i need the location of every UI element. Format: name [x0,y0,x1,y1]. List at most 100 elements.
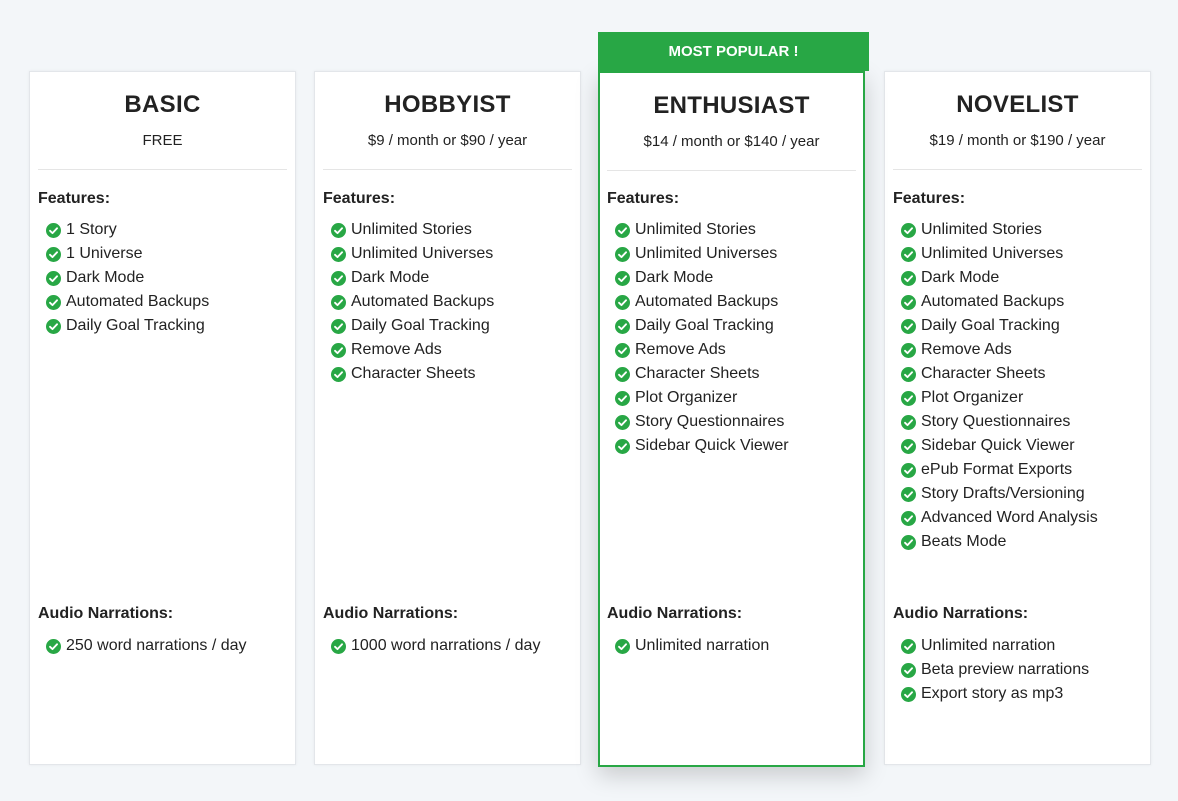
feature-item: Sidebar Quick Viewer [615,434,789,458]
plan-card-enthusiast: ENTHUSIAST $14 / month or $140 / year Fe… [598,71,865,767]
check-circle-icon [901,534,916,550]
check-circle-icon [901,638,916,654]
audio-item: Export story as mp3 [901,682,1089,706]
feature-item: Daily Goal Tracking [46,314,209,338]
feature-label: ePub Format Exports [921,461,1073,478]
audio-item: Unlimited narration [615,634,769,658]
check-circle-icon [901,438,916,454]
check-circle-icon [46,246,61,262]
feature-label: Unlimited Universes [351,245,494,262]
feature-item: Story Questionnaires [901,410,1098,434]
plan-header: ENTHUSIAST $14 / month or $140 / year [607,73,856,171]
feature-label: 1 Story [66,221,117,238]
features-title: Features: [893,190,966,207]
plan-header: NOVELIST $19 / month or $190 / year [893,72,1142,170]
plan-card-basic: BASIC FREE Features: 1 Story 1 Universe Da… [29,71,296,765]
plan-name: ENTHUSIAST [653,92,810,119]
feature-item: Automated Backups [331,290,494,314]
feature-label: Automated Backups [635,293,779,310]
feature-item: Character Sheets [901,362,1098,386]
feature-item: Dark Mode [46,266,209,290]
audio-label: 250 word narrations / day [66,637,247,654]
check-circle-icon [46,318,61,334]
feature-item: Automated Backups [46,290,209,314]
features-list: 1 Story 1 Universe Dark Mode Automated Back… [46,218,209,338]
feature-label: Advanced Word Analysis [921,509,1098,526]
check-circle-icon [901,686,916,702]
feature-label: Daily Goal Tracking [351,317,490,334]
check-circle-icon [46,638,61,654]
audio-narrations-list: Unlimited narration [615,634,769,658]
feature-item: Automated Backups [901,290,1098,314]
features-title: Features: [38,190,111,207]
audio-label: Unlimited narration [635,637,770,654]
check-circle-icon [901,342,916,358]
check-circle-icon [901,662,916,678]
feature-label: Unlimited Stories [635,221,756,238]
features-title: Features: [323,190,396,207]
check-circle-icon [331,294,346,310]
check-circle-icon [331,246,346,262]
feature-label: Plot Organizer [921,389,1024,406]
feature-label: Plot Organizer [635,389,738,406]
feature-item: Daily Goal Tracking [615,314,789,338]
feature-label: Story Questionnaires [921,413,1071,430]
feature-item: Character Sheets [331,362,494,386]
audio-narrations-list: 250 word narrations / day [46,634,247,658]
feature-label: Remove Ads [635,341,726,358]
feature-item: Daily Goal Tracking [901,314,1098,338]
check-circle-icon [901,318,916,334]
check-circle-icon [615,246,630,262]
plan-price: $19 / month or $190 / year [929,132,1106,149]
features-list: Unlimited Stories Unlimited Universes Dark… [901,218,1098,554]
check-circle-icon [901,246,916,262]
feature-item: Dark Mode [331,266,494,290]
audio-item: Beta preview narrations [901,658,1089,682]
feature-label: Remove Ads [921,341,1012,358]
plan-price: $9 / month or $90 / year [367,132,528,149]
feature-label: Automated Backups [921,293,1065,310]
feature-item: Story Questionnaires [615,410,789,434]
feature-label: Sidebar Quick Viewer [635,437,789,454]
feature-item: Dark Mode [901,266,1098,290]
feature-label: Character Sheets [635,365,760,382]
feature-item: Beats Mode [901,530,1098,554]
audio-label: Export story as mp3 [921,685,1064,702]
features-list: Unlimited Stories Unlimited Universes Dark… [615,218,789,458]
check-circle-icon [331,318,346,334]
feature-label: Automated Backups [351,293,495,310]
features-list: Unlimited Stories Unlimited Universes Dark… [331,218,494,386]
check-circle-icon [331,366,346,382]
check-circle-icon [46,270,61,286]
check-circle-icon [901,294,916,310]
feature-item: Sidebar Quick Viewer [901,434,1098,458]
feature-label: Beats Mode [921,533,1007,550]
check-circle-icon [615,294,630,310]
feature-item: Dark Mode [615,266,789,290]
feature-label: Sidebar Quick Viewer [921,437,1075,454]
check-circle-icon [615,342,630,358]
audio-label: 1000 word narrations / day [351,637,541,654]
feature-label: Character Sheets [351,365,476,382]
check-circle-icon [615,438,630,454]
feature-item: Daily Goal Tracking [331,314,494,338]
plan-name: BASIC [124,91,201,118]
plan-card-novelist: NOVELIST $19 / month or $190 / year Feat… [884,71,1151,765]
feature-label: Daily Goal Tracking [635,317,774,334]
audio-narrations-list: 1000 word narrations / day [331,634,540,658]
feature-item: Unlimited Stories [331,218,494,242]
check-circle-icon [901,486,916,502]
feature-item: Unlimited Universes [901,242,1098,266]
check-circle-icon [615,390,630,406]
check-circle-icon [615,414,630,430]
check-circle-icon [331,638,346,654]
check-circle-icon [615,366,630,382]
check-circle-icon [901,270,916,286]
check-circle-icon [901,366,916,382]
feature-label: Story Drafts/Versioning [921,485,1085,502]
feature-item: Remove Ads [615,338,789,362]
feature-label: Dark Mode [921,269,1000,286]
feature-item: ePub Format Exports [901,458,1098,482]
most-popular-ribbon: MOST POPULAR ! [598,32,869,71]
feature-label: Story Questionnaires [635,413,785,430]
